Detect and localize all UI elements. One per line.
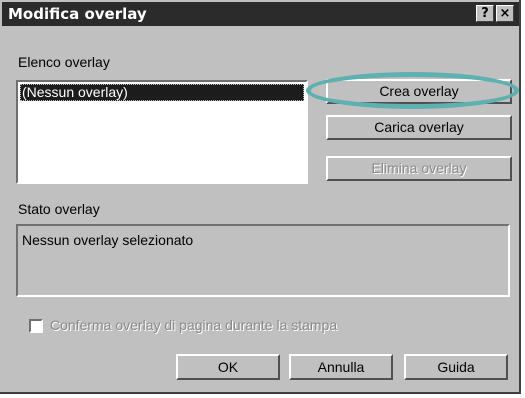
title-bar[interactable]: Modifica overlay ? ×: [2, 2, 519, 26]
overlay-list-label: Elenco overlay: [18, 54, 110, 70]
highlight-ring: [306, 72, 519, 109]
load-overlay-button[interactable]: Carica overlay: [326, 115, 512, 140]
status-label: Stato overlay: [18, 201, 100, 217]
status-box: Nessun overlay selezionato: [16, 224, 510, 297]
close-icon[interactable]: ×: [496, 5, 514, 22]
list-item[interactable]: (Nessun overlay): [20, 84, 304, 101]
confirm-overlay-label: Conferma overlay di pagina durante la st…: [50, 317, 338, 333]
overlay-listbox[interactable]: (Nessun overlay): [16, 80, 308, 184]
delete-overlay-button[interactable]: Elimina overlay: [326, 156, 512, 181]
window-title: Modifica overlay: [8, 5, 147, 23]
help-button[interactable]: Guida: [404, 354, 508, 380]
cancel-button[interactable]: Annulla: [289, 354, 393, 380]
modify-overlay-dialog: Modifica overlay ? × Elenco overlay (Nes…: [0, 0, 521, 394]
confirm-overlay-checkbox[interactable]: [29, 319, 43, 333]
ok-button[interactable]: OK: [176, 354, 280, 380]
status-text: Nessun overlay selezionato: [22, 232, 194, 248]
help-icon[interactable]: ?: [476, 5, 494, 22]
